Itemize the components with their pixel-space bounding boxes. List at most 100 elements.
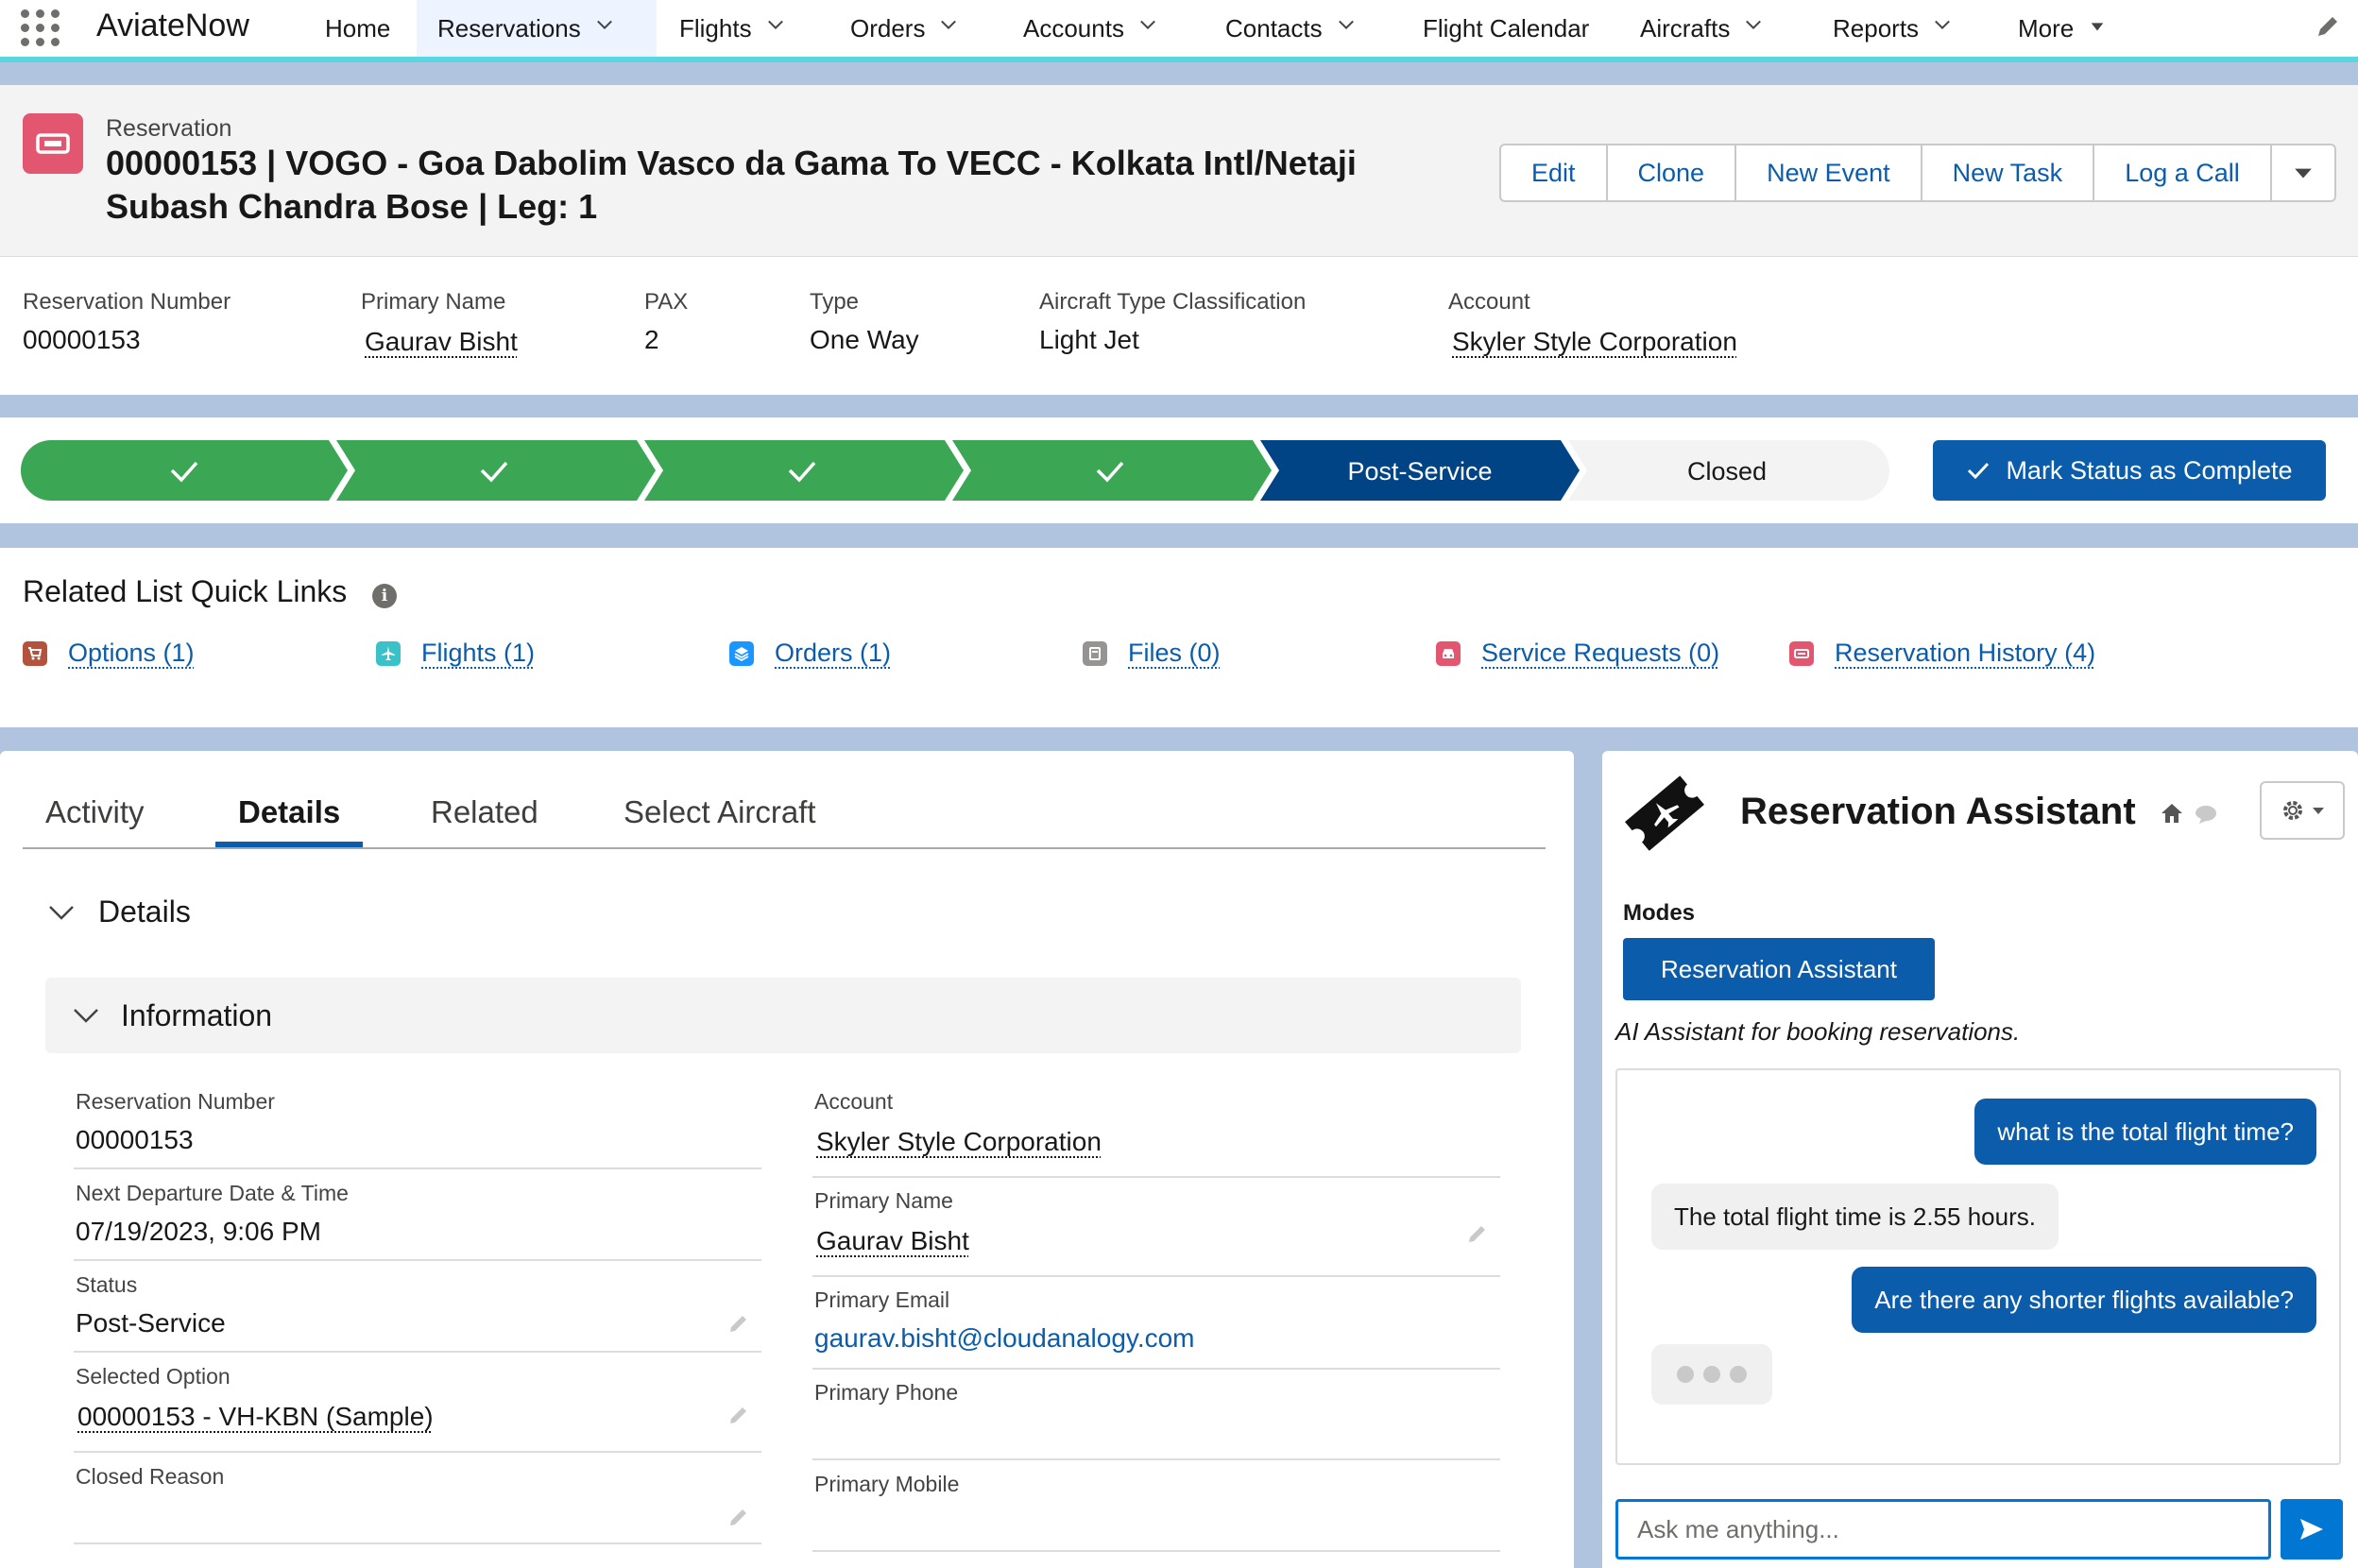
log-a-call-button[interactable]: Log a Call: [2094, 145, 2272, 200]
primary-name-link[interactable]: Gaurav Bisht: [816, 1226, 969, 1256]
assistant-description: AI Assistant for booking reservations.: [1615, 1017, 2021, 1046]
edit-nav-icon[interactable]: [2315, 13, 2341, 40]
nav-item-home[interactable]: Home: [304, 0, 411, 57]
reservation-icon: [1789, 640, 1814, 666]
quick-link-service-requests[interactable]: Service Requests (0): [1436, 639, 1719, 668]
airplane-ticket-icon: [1625, 775, 1704, 851]
path-step-complete-1[interactable]: [21, 440, 348, 501]
nav-item-reports[interactable]: Reports: [1812, 0, 1972, 57]
caret-down-icon[interactable]: [2089, 18, 2106, 35]
field-primary-email: Primary Email gaurav.bisht@cloudanalogy.…: [812, 1280, 1500, 1370]
new-event-button[interactable]: New Event: [1736, 145, 1922, 200]
path-step-complete-2[interactable]: [336, 440, 656, 501]
nav-item-flight-calendar[interactable]: Flight Calendar: [1402, 0, 1610, 57]
new-task-button[interactable]: New Task: [1922, 145, 2095, 200]
quick-link-options[interactable]: Options (1): [23, 639, 195, 668]
mode-reservation-assistant-button[interactable]: Reservation Assistant: [1623, 938, 1935, 1000]
quick-link-label[interactable]: Files (0): [1128, 639, 1221, 668]
chevron-down-icon[interactable]: [1745, 16, 1762, 33]
object-label: Reservation: [106, 115, 232, 142]
typing-indicator: [1651, 1344, 1772, 1405]
edit-pencil-icon[interactable]: [726, 1310, 752, 1337]
reservation-icon: [23, 113, 83, 174]
path-current-label: Post-Service: [1347, 457, 1492, 486]
edit-pencil-icon[interactable]: [726, 1402, 752, 1428]
send-button[interactable]: [2281, 1499, 2343, 1559]
chat-input[interactable]: [1615, 1499, 2271, 1559]
chevron-down-icon[interactable]: [940, 16, 957, 33]
chevron-down-icon[interactable]: [1139, 16, 1156, 33]
related-quick-links: Related List Quick Links i Options (1) F…: [0, 548, 2358, 727]
primary-email-link[interactable]: gaurav.bisht@cloudanalogy.com: [814, 1323, 1195, 1354]
details-section-toggle[interactable]: Details: [47, 895, 191, 929]
nav-label: Home: [325, 13, 391, 43]
quick-link-files[interactable]: Files (0): [1083, 639, 1221, 668]
field-value: 2: [644, 325, 659, 354]
chevron-down-icon[interactable]: [1934, 16, 1951, 33]
quick-link-label[interactable]: Options (1): [68, 639, 195, 668]
field-label: Account: [814, 1089, 894, 1114]
edit-button[interactable]: Edit: [1501, 145, 1608, 200]
edit-pencil-icon[interactable]: [726, 1504, 752, 1530]
app-launcher-icon[interactable]: [17, 6, 60, 47]
field-label: Primary Phone: [814, 1380, 959, 1405]
caret-down-icon: [2313, 808, 2324, 814]
quick-link-label[interactable]: Orders (1): [775, 639, 891, 668]
chevron-down-icon[interactable]: [1338, 16, 1355, 33]
mark-status-complete-button[interactable]: Mark Status as Complete: [1933, 440, 2326, 501]
quick-link-reservation-history[interactable]: Reservation History (4): [1789, 639, 2095, 668]
tab-activity[interactable]: Activity: [45, 794, 145, 830]
tab-details[interactable]: Details: [238, 794, 340, 830]
reservation-assistant-panel: Reservation Assistant Modes Reservation …: [1602, 751, 2358, 1568]
clone-button[interactable]: Clone: [1608, 145, 1737, 200]
selected-option-link[interactable]: 00000153 - VH-KBN (Sample): [77, 1402, 434, 1432]
field-reservation-number: Reservation Number 00000153: [74, 1082, 761, 1169]
nav-item-orders[interactable]: Orders: [829, 0, 978, 57]
nav-item-reservations[interactable]: Reservations: [417, 0, 657, 57]
quick-link-label[interactable]: Service Requests (0): [1481, 639, 1719, 668]
tab-related[interactable]: Related: [431, 794, 538, 830]
info-icon[interactable]: i: [372, 584, 397, 608]
field-value: 07/19/2023, 9:06 PM: [76, 1217, 321, 1246]
quick-link-flights[interactable]: Flights (1): [376, 639, 535, 668]
nav-item-aircrafts[interactable]: Aircrafts: [1619, 0, 1783, 57]
path-step-complete-3[interactable]: [644, 440, 964, 501]
nav-label: Orders: [850, 13, 926, 43]
cart-icon: [23, 640, 47, 666]
path-step-complete-4[interactable]: [952, 440, 1272, 501]
more-actions-button[interactable]: [2272, 145, 2334, 200]
check-icon: [1968, 462, 1990, 480]
account-link[interactable]: Skyler Style Corporation: [1452, 327, 1737, 357]
assistant-title: Reservation Assistant: [1740, 791, 2136, 832]
record-title: 00000153 | VOGO - Goa Dabolim Vasco da G…: [106, 144, 1357, 226]
edit-pencil-icon[interactable]: [1464, 1220, 1491, 1247]
global-nav: AviateNow Home Reservations Flights Orde…: [0, 0, 2358, 57]
chat-bubble-icon[interactable]: [2194, 804, 2218, 825]
nav-item-accounts[interactable]: Accounts: [1002, 0, 1177, 57]
field-next-departure: Next Departure Date & Time 07/19/2023, 9…: [74, 1173, 761, 1261]
quick-link-label[interactable]: Reservation History (4): [1835, 639, 2095, 668]
primary-name-link[interactable]: Gaurav Bisht: [365, 327, 518, 357]
account-link[interactable]: Skyler Style Corporation: [816, 1127, 1102, 1157]
file-icon: [1083, 640, 1107, 666]
field-closed-reason: Closed Reason: [74, 1457, 761, 1544]
field-label: Primary Name: [361, 289, 506, 315]
information-section-toggle[interactable]: Information: [45, 978, 1521, 1053]
quick-link-label[interactable]: Flights (1): [421, 639, 535, 668]
highlight-reservation-number: Reservation Number 00000153: [23, 289, 231, 355]
tab-bar: Activity Details Related Select Aircraft: [23, 751, 1546, 849]
nav-item-contacts[interactable]: Contacts: [1205, 0, 1376, 57]
nav-item-more[interactable]: More: [1997, 0, 2127, 57]
field-label: Primary Name: [814, 1188, 953, 1213]
home-icon[interactable]: [2160, 802, 2184, 825]
nav-label: Aircrafts: [1640, 13, 1731, 43]
highlights-panel: Reservation Number 00000153 Primary Name…: [0, 257, 2358, 395]
chevron-down-icon[interactable]: [596, 16, 613, 33]
car-icon: [1436, 640, 1461, 666]
mark-complete-label: Mark Status as Complete: [2006, 455, 2293, 485]
quick-link-orders[interactable]: Orders (1): [729, 639, 891, 668]
settings-menu-button[interactable]: [2260, 781, 2345, 840]
tab-select-aircraft[interactable]: Select Aircraft: [624, 794, 816, 830]
chevron-down-icon[interactable]: [767, 16, 784, 33]
nav-item-flights[interactable]: Flights: [658, 0, 805, 57]
